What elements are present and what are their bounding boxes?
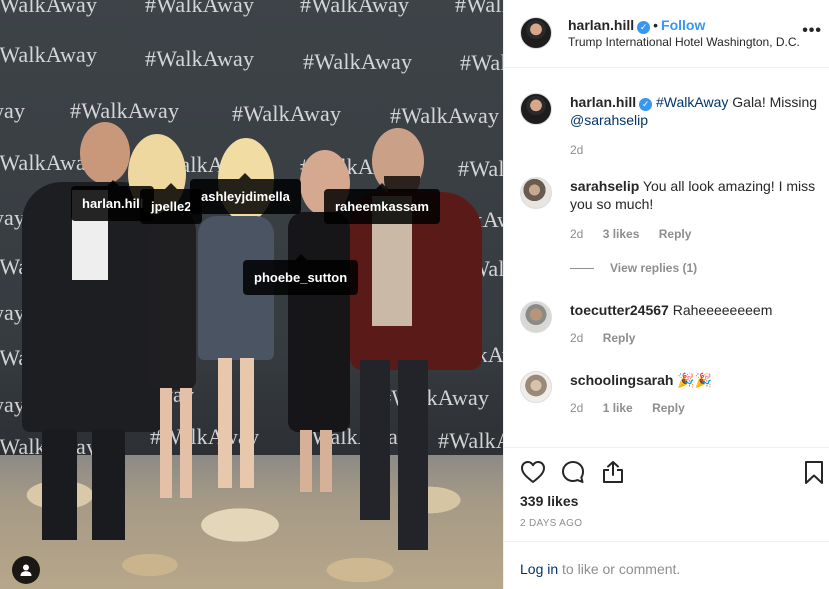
comment-body: 🎉🎉 xyxy=(677,372,713,388)
tagged-users-icon[interactable] xyxy=(12,556,40,584)
bookmark-icon[interactable] xyxy=(801,459,827,485)
comment-username[interactable]: harlan.hill xyxy=(570,94,636,110)
avatar[interactable] xyxy=(520,301,552,333)
reply-button[interactable]: Reply xyxy=(603,331,636,345)
comment-meta: 2d xyxy=(570,143,599,157)
person-icon xyxy=(20,564,32,576)
comment-username[interactable]: schoolingsarah xyxy=(570,372,673,388)
comment-text: toecutter24567 Raheeeeeeeem xyxy=(570,301,822,319)
comment-text: harlan.hill ✓ #WalkAway Gala! Missing @sa… xyxy=(570,93,822,129)
post-actions: 339 likes 2 DAYS AGO xyxy=(504,447,829,539)
comment-age: 2d xyxy=(570,401,584,415)
verified-badge-icon: ✓ xyxy=(637,21,651,34)
header-user-line: harlan.hill ✓ • Follow xyxy=(568,17,705,35)
separator-dot: • xyxy=(653,17,659,33)
comment-username[interactable]: sarahselip xyxy=(570,178,639,194)
login-suffix: to like or comment. xyxy=(558,561,681,577)
post-header: harlan.hill ✓ • Follow Trump International … xyxy=(504,0,829,68)
comment-text: schoolingsarah 🎉🎉 xyxy=(570,371,822,389)
login-link[interactable]: Log in xyxy=(520,561,558,577)
mention-link[interactable]: @sarahselip xyxy=(570,112,648,128)
comment-age: 2d xyxy=(570,331,584,345)
heart-icon[interactable] xyxy=(520,459,546,485)
more-options-icon[interactable]: ••• xyxy=(802,22,822,40)
avatar[interactable] xyxy=(520,17,552,49)
comment-icon[interactable] xyxy=(560,459,586,485)
comment-username[interactable]: toecutter24567 xyxy=(570,302,669,318)
comment-age: 2d xyxy=(570,143,584,157)
post-photo[interactable]: #WalkAway #WalkAway #WalkAway #WalkAway … xyxy=(0,0,503,589)
username-link[interactable]: harlan.hill xyxy=(568,17,634,33)
comment-age: 2d xyxy=(570,227,584,241)
comment-likes[interactable]: 3 likes xyxy=(603,227,640,241)
login-prompt: Log in to like or comment. xyxy=(504,541,829,589)
verified-badge-icon: ✓ xyxy=(639,98,653,111)
hashtag-link[interactable]: #WalkAway xyxy=(656,94,728,110)
comment-meta: 2d 1 like Reply xyxy=(570,401,701,415)
share-icon[interactable] xyxy=(600,459,626,485)
tag-phoebe-sutton[interactable]: phoebe_sutton xyxy=(243,254,359,295)
view-replies-label: View replies (1) xyxy=(610,261,698,275)
comment-likes[interactable]: 1 like xyxy=(603,401,633,415)
follow-button[interactable]: Follow xyxy=(661,17,705,33)
replies-divider xyxy=(570,268,594,270)
caption-text: Gala! Missing xyxy=(728,94,818,110)
tag-ashleyjdimella[interactable]: ashleyjdimella xyxy=(190,173,301,214)
view-replies-button[interactable]: View replies (1) xyxy=(570,261,697,275)
reply-button[interactable]: Reply xyxy=(659,227,692,241)
comment-text: sarahselip You all look amazing! I miss … xyxy=(570,177,822,213)
post-sidebar: harlan.hill ✓ • Follow Trump International … xyxy=(503,0,829,589)
avatar[interactable] xyxy=(520,93,552,125)
avatar[interactable] xyxy=(520,371,552,403)
reply-button[interactable]: Reply xyxy=(652,401,685,415)
comment-body: Raheeeeeeeem xyxy=(672,302,773,318)
comment-meta: 2d Reply xyxy=(570,331,651,345)
comment-meta: 2d 3 likes Reply xyxy=(570,227,707,241)
avatar[interactable] xyxy=(520,177,552,209)
likes-count[interactable]: 339 likes xyxy=(520,493,578,509)
comments-list: harlan.hill ✓ #WalkAway Gala! Missing @sa… xyxy=(504,69,829,447)
post-timestamp[interactable]: 2 DAYS AGO xyxy=(520,518,582,529)
tag-raheemkassam[interactable]: raheemkassam xyxy=(324,183,440,224)
location-link[interactable]: Trump International Hotel Washington, D.… xyxy=(568,35,800,49)
